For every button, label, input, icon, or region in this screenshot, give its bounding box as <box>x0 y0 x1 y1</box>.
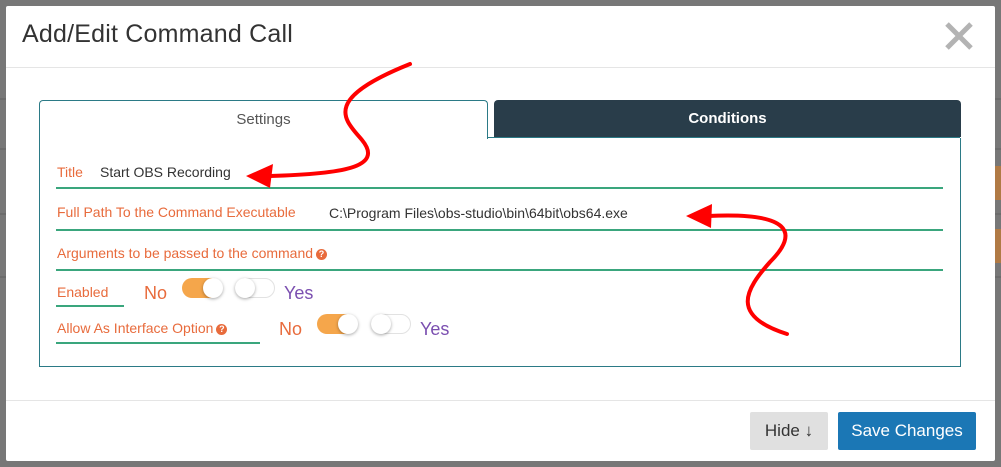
interface-option-label: Allow As Interface Option? <box>57 320 228 336</box>
enabled-underline <box>56 305 124 307</box>
hide-button[interactable]: Hide ↓ <box>750 412 828 450</box>
arguments-input[interactable] <box>386 245 936 265</box>
close-button[interactable] <box>943 16 975 56</box>
arguments-underline <box>56 269 943 271</box>
enabled-yes-switch[interactable] <box>235 278 275 298</box>
arguments-label-text: Arguments to be passed to the command <box>57 245 314 261</box>
background-button <box>995 229 1001 263</box>
background-button <box>995 166 1001 200</box>
path-label: Full Path To the Command Executable <box>57 204 296 220</box>
dialog-title: Add/Edit Command Call <box>22 20 293 48</box>
path-underline <box>56 229 943 231</box>
help-icon[interactable]: ? <box>216 324 228 335</box>
enabled-no-switch[interactable] <box>182 278 223 298</box>
enabled-no-label: No <box>144 283 168 303</box>
tab-settings[interactable]: Settings <box>39 100 488 139</box>
enabled-label: Enabled <box>57 284 109 300</box>
help-icon[interactable]: ? <box>316 249 328 260</box>
close-icon <box>945 22 973 50</box>
command-call-dialog: Add/Edit Command Call Settings Condition… <box>6 6 995 461</box>
title-underline <box>56 187 943 189</box>
interface-option-no-switch[interactable] <box>317 314 358 334</box>
interface-option-underline <box>56 342 260 344</box>
arguments-label: Arguments to be passed to the command? <box>57 245 328 261</box>
dialog-header: Add/Edit Command Call <box>6 6 995 68</box>
switch-knob <box>338 314 358 334</box>
interface-option-label-text: Allow As Interface Option <box>57 320 214 336</box>
interface-option-yes-label: Yes <box>420 319 450 339</box>
interface-option-yes-switch[interactable] <box>371 314 411 334</box>
save-changes-button[interactable]: Save Changes <box>838 412 976 450</box>
interface-option-no-label: No <box>279 319 303 339</box>
tab-conditions[interactable]: Conditions <box>494 100 961 137</box>
title-input[interactable]: Start OBS Recording <box>100 164 231 180</box>
switch-knob <box>371 314 391 334</box>
enabled-yes-label: Yes <box>284 283 314 303</box>
switch-knob <box>235 278 255 298</box>
switch-knob <box>203 278 223 298</box>
path-input[interactable]: C:\Program Files\obs-studio\bin\64bit\ob… <box>329 205 628 221</box>
title-label: Title <box>57 164 83 180</box>
